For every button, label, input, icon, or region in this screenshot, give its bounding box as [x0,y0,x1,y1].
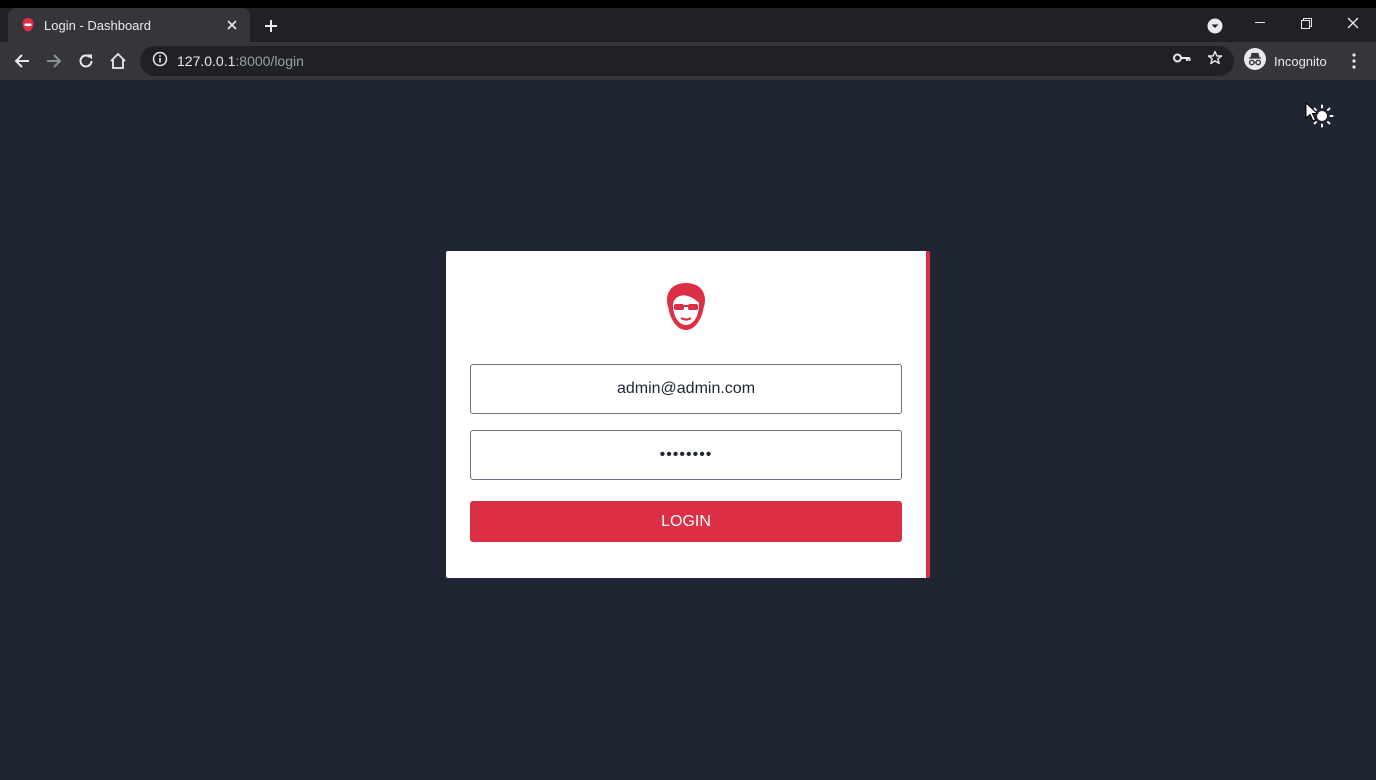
browser-tab[interactable]: Login - Dashboard [8,8,250,42]
incognito-label: Incognito [1274,53,1327,69]
tab-bar: Login - Dashboard [0,8,1376,42]
email-field[interactable]: admin@admin.com [470,364,902,414]
home-button[interactable] [104,47,132,75]
forward-button[interactable] [40,47,68,75]
window-top-edge [0,0,1376,8]
url-path: :8000/login [235,53,304,69]
minimize-button[interactable] [1237,8,1283,38]
page-content: admin@admin.com •••••••• LOGIN [0,80,1376,780]
url-text[interactable]: 127.0.0.1:8000/login [177,53,304,69]
site-info-icon[interactable] [152,51,168,72]
key-icon[interactable] [1172,48,1192,68]
login-button[interactable]: LOGIN [470,501,902,542]
new-tab-button[interactable] [258,13,284,39]
address-bar[interactable]: 127.0.0.1:8000/login [140,46,1234,76]
incognito-badge[interactable]: Incognito [1240,47,1335,75]
mouse-cursor-icon [1305,101,1319,122]
tab-title: Login - Dashboard [44,17,151,33]
avatar-sunglasses-logo-icon [662,281,710,337]
restore-button[interactable] [1283,8,1329,38]
browser-menu-icon[interactable] [1342,47,1366,75]
reload-button[interactable] [72,47,100,75]
close-window-button[interactable] [1330,8,1376,38]
browser-toolbar: 127.0.0.1:8000/login Incognito [0,42,1376,80]
back-button[interactable] [8,47,36,75]
incognito-icon [1244,47,1266,75]
tab-close-icon[interactable] [220,13,244,37]
login-card: admin@admin.com •••••••• LOGIN [446,251,930,578]
bookmark-star-icon[interactable] [1205,48,1225,68]
tab-search-icon[interactable] [1203,14,1227,38]
favicon-icon [20,17,36,33]
password-field[interactable]: •••••••• [470,430,902,480]
url-host: 127.0.0.1 [177,53,236,69]
